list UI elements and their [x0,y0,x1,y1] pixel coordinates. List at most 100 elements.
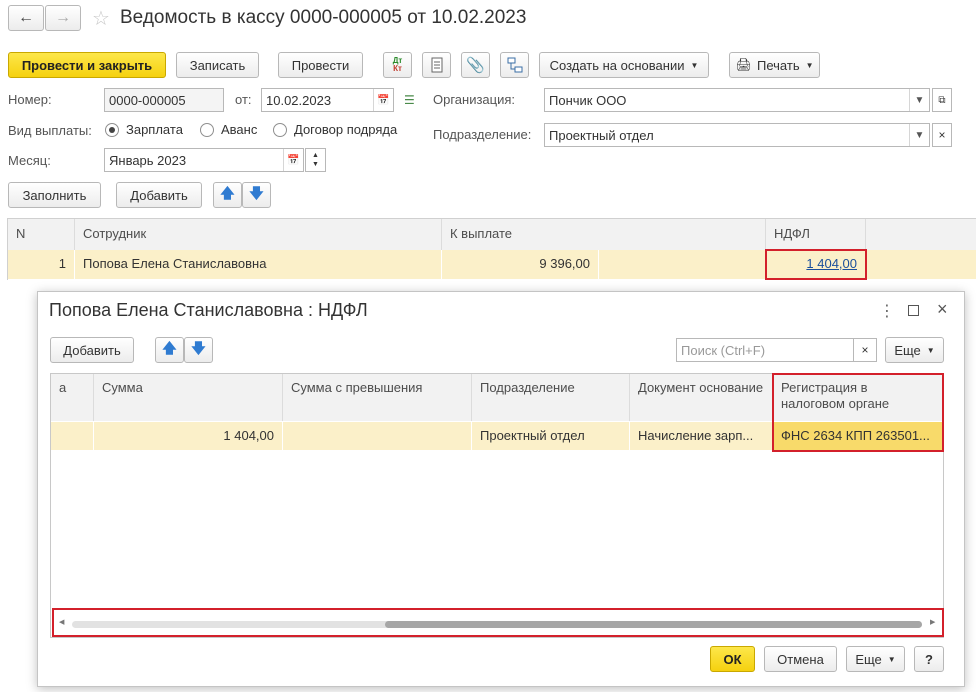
dialog-move-up-button[interactable]: 🡅 [155,337,184,363]
comment-icon[interactable]: ☰ [404,93,415,107]
forward-button[interactable]: → [45,5,81,31]
footer-more-label: Еще [855,651,882,667]
save-button[interactable]: Записать [176,52,259,78]
close-icon[interactable]: × [937,299,948,320]
radio-advance-label[interactable]: Аванс [221,122,257,137]
move-up-button[interactable]: 🡅 [213,182,242,208]
post-button[interactable]: Провести [278,52,363,78]
table-cell-document[interactable]: Начисление зарп... [630,422,773,450]
organization-field[interactable]: Пончик ООО ▼ [544,88,930,112]
date-label: от: [235,92,252,107]
dialog-move-down-button[interactable]: 🡇 [184,337,213,363]
table-cell-employee[interactable]: Попова Елена Станиславовна [75,250,442,279]
open-organization-button[interactable]: ⧉ [932,88,952,112]
column-header-document[interactable]: Документ основание [630,374,773,421]
radio-salary-label[interactable]: Зарплата [126,122,183,137]
more-label: Еще [894,342,921,358]
calendar-icon[interactable]: 📅 [373,89,393,111]
table-cell-a[interactable] [51,422,94,450]
clear-search-button[interactable]: × [853,338,877,362]
open-icon: ⧉ [938,94,946,106]
date-value: 10.02.2023 [266,92,332,108]
department-field[interactable]: Проектный отдел ▼ [544,123,930,147]
column-header-sum-excess[interactable]: Сумма с превышения [283,374,472,421]
create-based-on-button[interactable]: Создать на основании ▼ [539,52,709,78]
attach-button[interactable]: 📎 [461,52,490,78]
table-cell-n[interactable]: 1 [8,250,75,279]
chevron-down-icon[interactable]: ▼ [909,89,929,111]
date-field[interactable]: 10.02.2023 📅 [261,88,394,112]
dialog-add-button[interactable]: Добавить [50,337,134,363]
post-and-close-button[interactable]: Провести и закрыть [8,52,166,78]
fill-button[interactable]: Заполнить [8,182,101,208]
payment-type-label: Вид выплаты: [8,123,92,138]
hierarchy-icon [507,57,522,73]
column-header-employee[interactable]: Сотрудник [75,219,442,250]
table-cell-sum-excess[interactable] [283,422,472,450]
number-field[interactable]: 0000-000005 [104,88,224,112]
arrow-up-icon: 🡅 [162,340,177,356]
add-row-button[interactable]: Добавить [116,182,202,208]
document-list-icon [431,57,442,73]
dropdown-arrow-icon: ▼ [887,654,896,664]
column-header-sum[interactable]: Сумма [94,374,283,421]
close-icon: × [861,343,869,357]
arrow-down-icon: 🡇 [191,340,206,356]
calendar-icon[interactable]: 📅 [283,149,303,171]
dropdown-arrow-icon: ▼ [805,60,814,70]
column-header-n[interactable]: N [8,219,75,250]
stepper-up-icon[interactable]: ▲ [312,151,319,160]
back-button[interactable]: ← [8,5,44,31]
horizontal-scrollbar-thumb[interactable] [385,621,922,628]
structure-button[interactable] [500,52,529,78]
star-icon[interactable]: ☆ [92,6,110,31]
more-vertical-icon[interactable]: ⋮ [879,301,895,321]
stepper-down-icon[interactable]: ▼ [312,160,319,169]
close-icon: × [938,128,946,142]
list-button[interactable] [422,52,451,78]
table-cell-to-pay[interactable]: 9 396,00 [442,250,599,279]
column-header-to-pay[interactable]: К выплате [442,219,766,250]
dtkt-button[interactable]: Дт Кт [383,52,412,78]
radio-contract[interactable] [273,123,287,137]
dropdown-arrow-icon: ▼ [690,60,699,70]
footer-more-button[interactable]: Еще ▼ [846,646,905,672]
cancel-button[interactable]: Отмена [764,646,837,672]
scroll-right-icon[interactable]: ▶ [930,618,935,626]
dropdown-arrow-icon: ▼ [926,345,935,355]
search-input[interactable]: Поиск (Ctrl+F) [676,338,854,362]
maximize-icon[interactable] [908,305,919,316]
arrow-left-icon: ← [18,9,34,26]
search-placeholder: Поиск (Ctrl+F) [681,342,766,358]
ndfl-highlight-box [765,249,867,280]
print-button[interactable]: 🖨 Печать ▼ [729,52,820,78]
department-label: Подразделение: [433,127,532,142]
move-down-button[interactable]: 🡇 [242,182,271,208]
create-based-on-label: Создать на основании [549,57,685,73]
print-label: Печать [757,57,800,73]
dialog-more-button[interactable]: Еще ▼ [885,337,944,363]
table-cell-sum[interactable]: 1 404,00 [94,422,283,450]
column-header-a[interactable]: а [51,374,94,421]
radio-contract-label[interactable]: Договор подряда [294,122,397,137]
printer-icon: 🖨 [735,57,752,72]
arrow-up-icon: 🡅 [220,185,235,201]
column-header-empty [866,219,976,250]
help-button[interactable]: ? [914,646,944,672]
radio-advance[interactable] [200,123,214,137]
month-field[interactable]: Январь 2023 📅 [104,148,304,172]
clear-department-button[interactable]: × [932,123,952,147]
paperclip-icon: 📎 [466,57,485,74]
column-header-ndfl[interactable]: НДФЛ [766,219,866,250]
scroll-left-icon[interactable]: ◀ [59,618,64,626]
radio-salary[interactable] [105,123,119,137]
column-header-department[interactable]: Подразделение [472,374,630,421]
dtkt-icon-bottom: Кт [393,64,402,73]
month-stepper[interactable]: ▲ ▼ [305,148,326,172]
number-label: Номер: [8,92,52,107]
table-cell-department[interactable]: Проектный отдел [472,422,630,450]
ok-button[interactable]: ОК [710,646,755,672]
arrow-right-icon: → [55,9,71,26]
chevron-down-icon[interactable]: ▼ [909,124,929,146]
organization-label: Организация: [433,92,516,107]
